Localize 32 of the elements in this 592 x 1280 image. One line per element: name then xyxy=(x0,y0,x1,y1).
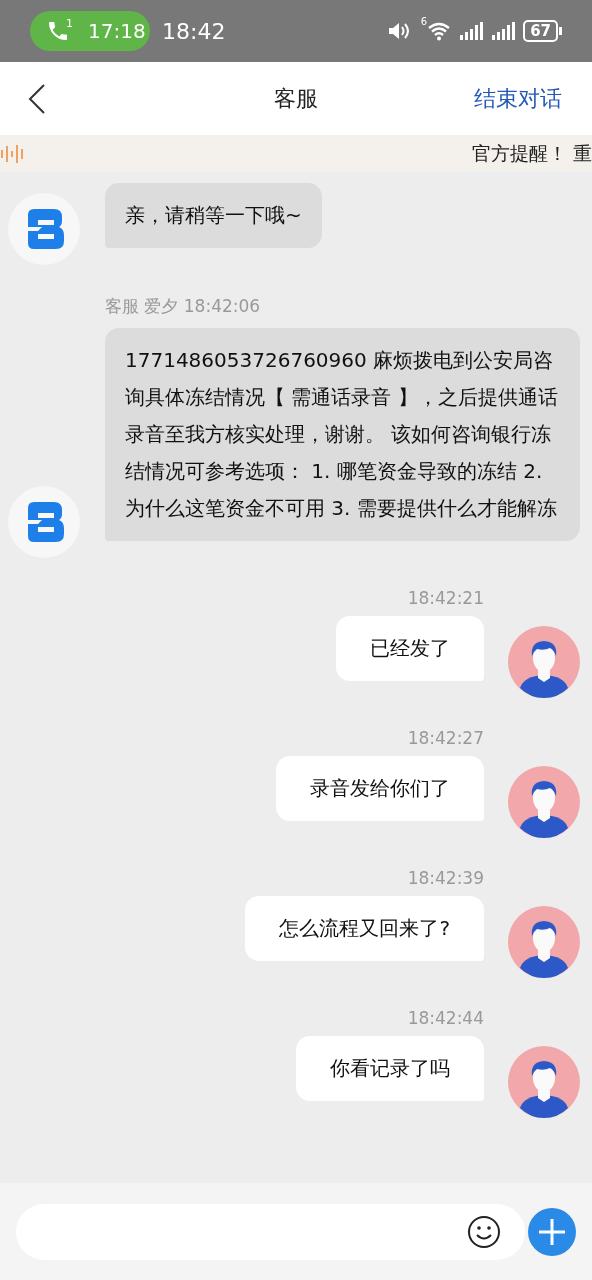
timestamp: 18:42:44 xyxy=(406,1008,485,1028)
timestamp: 18:42:27 xyxy=(406,728,485,748)
add-button[interactable] xyxy=(528,1207,576,1256)
wifi-icon xyxy=(427,21,452,41)
timestamp: 18:42:21 xyxy=(406,588,485,608)
message-bubble: 1771486053726760960 麻烦拨电到公安局咨询具体冻结情况【 需通话录音 】，之后提供通话录音至我方核实处理，谢谢。 该如何咨询银行冻结情况可参考选项： 1. 哪笔资金导致的冻结 2. 为什么这笔资金不可用 3. 需要提供什么才能解冻 xyxy=(105,328,580,541)
sender-info: 客服 爱夕 18:42:06 xyxy=(105,295,262,318)
phone-icon xyxy=(46,19,70,43)
back-icon[interactable] xyxy=(28,83,46,114)
signal-icon xyxy=(491,21,516,41)
message-bubble: 录音发给你们了 xyxy=(276,756,484,821)
call-count: 1 xyxy=(66,17,73,30)
message-bubble: 你看记录了吗 xyxy=(296,1036,484,1101)
user-avatar xyxy=(508,906,580,978)
battery-level: 67 xyxy=(523,20,558,42)
wifi-generation: 6 xyxy=(420,16,428,27)
page-title: 客服 xyxy=(274,84,318,113)
end-chat-button[interactable]: 结束对话 xyxy=(474,83,562,114)
notice-text: 官方提醒！ 重 xyxy=(471,140,592,166)
agent-avatar xyxy=(8,486,80,558)
message-bubble: 亲，请稍等一下哦~ xyxy=(105,183,322,248)
timestamp: 18:42:39 xyxy=(406,868,485,888)
message-bubble: 已经发了 xyxy=(336,616,484,681)
emoji-icon[interactable] xyxy=(467,1214,501,1249)
user-avatar xyxy=(508,766,580,838)
agent-avatar xyxy=(8,193,80,265)
signal-icon xyxy=(459,21,484,41)
clock: 18:42 xyxy=(162,18,226,44)
call-duration: 17:18 xyxy=(88,19,146,43)
message-bubble: 怎么流程又回来了? xyxy=(245,896,484,961)
user-avatar xyxy=(508,1046,580,1118)
user-avatar xyxy=(508,626,580,698)
